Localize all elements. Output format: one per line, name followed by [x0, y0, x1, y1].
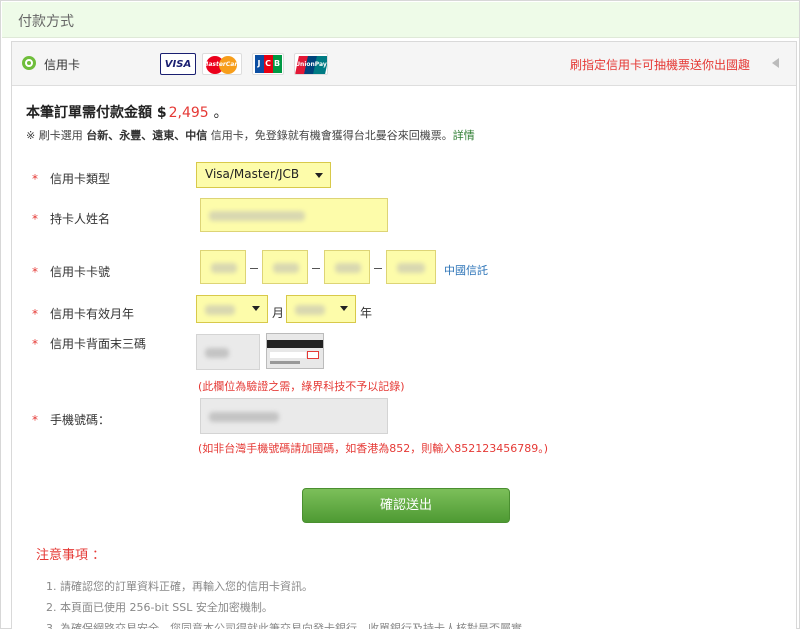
visa-logo: VISA	[160, 53, 196, 75]
jcb-logo: JCB	[252, 53, 284, 75]
card-number-part-1[interactable]	[200, 250, 246, 284]
cvv-input[interactable]	[196, 334, 260, 370]
separator-dash	[250, 268, 258, 269]
credit-card-radio[interactable]	[22, 56, 36, 70]
order-amount: 本筆訂單需付款金額 $2,495 。	[26, 105, 228, 121]
separator-dash	[374, 268, 382, 269]
page-title: 付款方式	[18, 14, 74, 30]
payment-method-row[interactable]: 信用卡 VISA MasterCard JCB UnionPay 刷指定信用卡可…	[12, 42, 796, 86]
payment-page: 付款方式 信用卡 VISA MasterCard JCB UnionPay 刷指…	[0, 0, 800, 629]
unionpay-logo: UnionPay	[294, 53, 328, 75]
promo-link[interactable]: 刷指定信用卡可抽機票送你出國趣	[570, 56, 750, 73]
details-link[interactable]: 詳情	[453, 129, 475, 142]
card-number-label: * 信用卡卡號	[32, 265, 111, 279]
expiry-year-select[interactable]	[286, 295, 356, 323]
collapse-arrow-icon[interactable]	[772, 58, 779, 68]
notice-item: 1. 請確認您的訂單資料正確，再輸入您的信用卡資訊。	[46, 580, 313, 593]
card-back-illustration	[266, 333, 324, 369]
separator-dash	[312, 268, 320, 269]
card-type-select[interactable]: Visa/Master/JCB	[196, 162, 331, 188]
card-number-part-2[interactable]	[262, 250, 308, 284]
card-type-label: * 信用卡類型	[32, 172, 111, 186]
card-number-part-4[interactable]	[386, 250, 436, 284]
cvv-hint: (此欄位為驗證之需，綠界科技不予以記錄)	[198, 380, 405, 393]
bank-link[interactable]: 中國信託	[444, 262, 488, 278]
mobile-input[interactable]	[200, 398, 388, 434]
notice-item: 3. 為確保網路交易安全，您同意本公司得就此筆交易向發卡銀行、收單銀行及持卡人核…	[46, 622, 533, 629]
expiry-label: * 信用卡有效月年	[32, 307, 135, 321]
submit-button[interactable]: 確認送出	[302, 488, 510, 523]
holder-name-label: * 持卡人姓名	[32, 212, 111, 226]
mobile-hint: (如非台灣手機號碼請加國碼，如香港為852，則輸入852123456789。)	[198, 442, 549, 455]
notice-title: 注意事項 ：	[36, 548, 106, 563]
chevron-down-icon	[252, 306, 260, 311]
promo-note: ※ 刷卡選用 台新、永豐、遠東、中信 信用卡，免登錄就有機會獲得台北曼谷來回機票…	[26, 129, 475, 142]
mastercard-logo: MasterCard	[202, 53, 242, 75]
cvv-label: * 信用卡背面末三碼	[32, 337, 147, 351]
page-header: 付款方式	[2, 2, 799, 38]
month-unit: 月	[272, 306, 285, 320]
year-unit: 年	[360, 306, 373, 320]
card-number-part-3[interactable]	[324, 250, 370, 284]
mobile-label: * 手機號碼：	[32, 413, 111, 427]
notice-item: 2. 本頁面已使用 256-bit SSL 安全加密機制。	[46, 601, 273, 614]
payment-method-label: 信用卡	[44, 58, 81, 72]
holder-name-input[interactable]	[200, 198, 388, 232]
payment-panel: 信用卡 VISA MasterCard JCB UnionPay 刷指定信用卡可…	[11, 41, 797, 629]
chevron-down-icon	[340, 306, 348, 311]
expiry-month-select[interactable]	[196, 295, 268, 323]
chevron-down-icon	[315, 173, 323, 178]
